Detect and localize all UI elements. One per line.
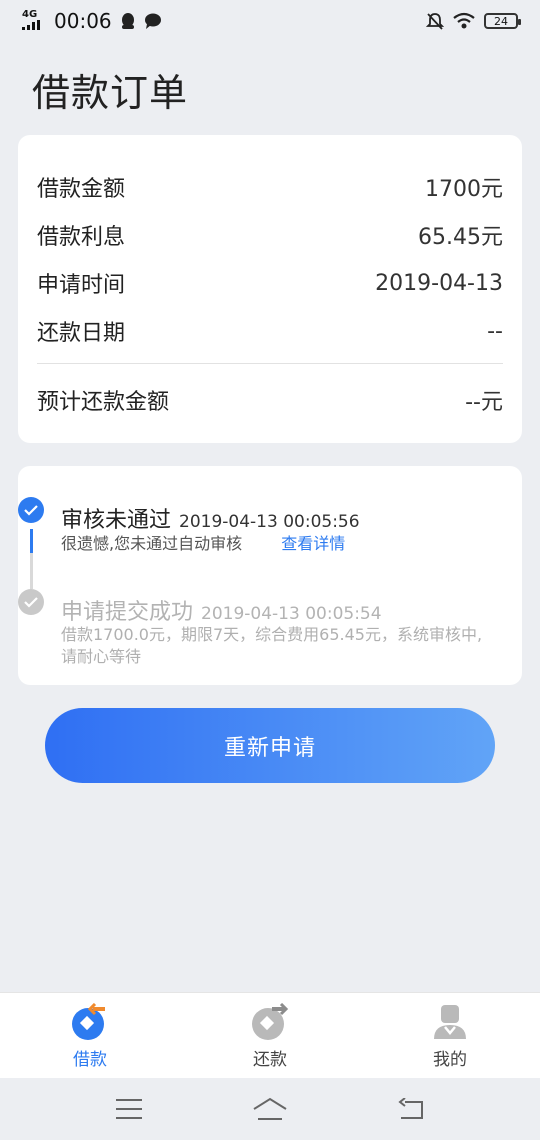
info-label: 借款金额 xyxy=(37,177,126,202)
signal-icon xyxy=(22,19,40,30)
check-icon xyxy=(18,497,44,523)
mute-bell-icon xyxy=(426,13,444,30)
battery-icon: 24 xyxy=(484,13,521,29)
network-indicator: 4G xyxy=(22,8,46,33)
menu-icon[interactable] xyxy=(115,1098,143,1120)
info-row-interest: 借款利息 65.45元 xyxy=(37,211,503,259)
tab-label: 我的 xyxy=(433,1050,467,1070)
info-label: 借款利息 xyxy=(37,225,126,250)
status-left: 4G 00:06 xyxy=(22,9,162,33)
timeline-time: 2019-04-13 00:05:56 xyxy=(179,512,360,532)
total-value: --元 xyxy=(465,390,503,415)
profile-icon xyxy=(434,1005,466,1039)
info-value: -- xyxy=(487,318,503,344)
page-title: 借款订单 xyxy=(32,71,189,115)
message-icon xyxy=(144,13,161,29)
system-nav-bar xyxy=(0,1078,540,1140)
info-label: 申请时间 xyxy=(37,273,126,298)
status-bar: 4G 00:06 24 xyxy=(0,0,540,42)
info-value: 1700元 xyxy=(425,177,503,202)
home-icon[interactable] xyxy=(252,1097,288,1121)
status-right: 24 xyxy=(426,12,521,30)
qq-icon xyxy=(121,13,134,29)
tab-loan[interactable]: 借款 xyxy=(0,993,180,1078)
total-label: 预计还款金额 xyxy=(37,390,170,415)
tab-label: 借款 xyxy=(73,1050,107,1070)
divider xyxy=(37,363,503,364)
info-row-amount: 借款金额 1700元 xyxy=(37,163,503,211)
info-row-total: 预计还款金额 --元 xyxy=(37,372,503,428)
tab-label: 还款 xyxy=(253,1050,287,1070)
timeline-time: 2019-04-13 00:05:54 xyxy=(201,604,382,624)
loan-icon xyxy=(72,1003,105,1040)
back-icon[interactable] xyxy=(397,1098,425,1120)
info-row-apply-date: 申请时间 2019-04-13 xyxy=(37,259,503,307)
timeline-title: 审核未通过 xyxy=(61,508,172,533)
timeline-desc: 很遗憾,您未通过自动审核 xyxy=(61,534,243,553)
timeline-title: 申请提交成功 xyxy=(61,600,194,625)
reapply-button[interactable]: 重新申请 xyxy=(45,708,495,783)
timeline-head: 审核未通过 2019-04-13 00:05:56 xyxy=(61,502,360,534)
network-label: 4G xyxy=(22,8,38,20)
check-icon xyxy=(18,589,44,615)
timeline-desc-line: 很遗憾,您未通过自动审核 查看详情 xyxy=(61,533,345,555)
info-value: 65.45元 xyxy=(418,225,503,250)
repay-icon xyxy=(252,1003,289,1040)
timeline-desc: 借款1700.0元，期限7天，综合费用65.45元，系统审核中,请耐心等待 xyxy=(61,625,483,666)
info-value: 2019-04-13 xyxy=(375,270,503,296)
battery-level: 24 xyxy=(494,14,508,28)
info-row-repay-date: 还款日期 -- xyxy=(37,307,503,355)
clock: 00:06 xyxy=(54,9,112,33)
timeline-head: 申请提交成功 2019-04-13 00:05:54 xyxy=(61,594,382,626)
bottom-tabbar: 借款 还款 我的 xyxy=(0,992,540,1078)
view-details-link[interactable]: 查看详情 xyxy=(281,534,345,553)
timeline-connector-active xyxy=(30,529,33,553)
timeline-connector xyxy=(30,553,33,589)
wifi-icon xyxy=(453,12,475,29)
tab-repay[interactable]: 还款 xyxy=(180,993,360,1078)
order-info-card: 借款金额 1700元 借款利息 65.45元 申请时间 2019-04-13 还… xyxy=(18,135,522,443)
info-label: 还款日期 xyxy=(37,321,126,346)
tab-mine[interactable]: 我的 xyxy=(360,993,540,1078)
